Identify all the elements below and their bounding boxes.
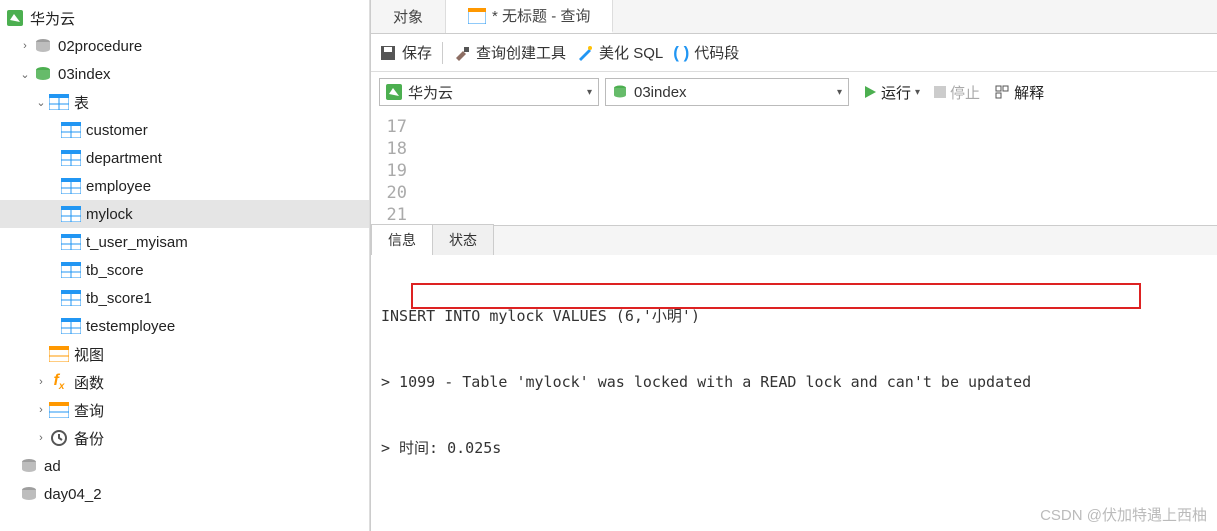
table-group-icon xyxy=(48,93,70,111)
table-node-mylock[interactable]: mylock xyxy=(0,200,369,228)
code-area[interactable]: -- 3.新增数据 INSERT INTO mylock VALUES (6,'… xyxy=(419,112,1217,225)
table-node-employee[interactable]: employee xyxy=(0,172,369,200)
db-node-day042[interactable]: day04_2 xyxy=(0,480,369,508)
table-node-testemployee[interactable]: testemployee xyxy=(0,312,369,340)
connection-icon xyxy=(386,84,402,100)
table-icon xyxy=(60,261,82,279)
output-line: > 时间: 0.025s xyxy=(381,437,1207,459)
table-icon xyxy=(60,233,82,251)
chevron-down-icon: ▾ xyxy=(587,87,592,98)
chevron-down-icon[interactable]: ⌄ xyxy=(34,96,48,109)
chevron-right-icon[interactable]: › xyxy=(34,432,48,444)
table-icon xyxy=(60,317,82,335)
save-button[interactable]: 保存 xyxy=(379,42,432,63)
chevron-down-icon[interactable]: ⌄ xyxy=(18,68,32,81)
chevron-right-icon[interactable]: › xyxy=(18,40,32,52)
selector-bar: 华为云 ▾ 03index ▾ 运行 ▾ 停止 解释 xyxy=(371,72,1217,112)
chevron-right-icon[interactable]: › xyxy=(34,376,48,388)
tables-node[interactable]: ⌄ 表 xyxy=(0,88,369,116)
tab-query[interactable]: * 无标题 - 查询 xyxy=(446,0,613,33)
database-selector[interactable]: 03index ▾ xyxy=(605,78,849,106)
table-node-customer[interactable]: customer xyxy=(0,116,369,144)
tab-bar: 对象 * 无标题 - 查询 xyxy=(371,0,1217,34)
database-icon xyxy=(18,457,40,475)
play-icon xyxy=(863,85,877,99)
views-node[interactable]: 视图 xyxy=(0,340,369,368)
table-node-department[interactable]: department xyxy=(0,144,369,172)
query-tab-icon xyxy=(468,8,486,24)
functions-node[interactable]: › fx 函数 xyxy=(0,368,369,396)
output-line-error: > 1099 - Table 'mylock' was locked with … xyxy=(381,371,1207,393)
watermark: CSDN @伏加特遇上西柚 xyxy=(1040,504,1207,525)
table-node-tusermyisam[interactable]: t_user_myisam xyxy=(0,228,369,256)
db-node-02procedure[interactable]: › 02procedure xyxy=(0,32,369,60)
main-panel: 对象 * 无标题 - 查询 保存 查询创建工具 美化 SQL ( ) xyxy=(370,0,1217,531)
run-button[interactable]: 运行 ▾ xyxy=(863,82,920,103)
output-tab-info[interactable]: 信息 xyxy=(371,224,433,255)
explain-button[interactable]: 解释 xyxy=(994,82,1044,103)
output-tabs: 信息 状态 xyxy=(371,225,1217,255)
stop-button: 停止 xyxy=(934,82,980,103)
connection-selector[interactable]: 华为云 ▾ xyxy=(379,78,599,106)
hammer-icon xyxy=(453,44,471,62)
database-icon xyxy=(18,485,40,503)
sql-editor[interactable]: 1718192021222324252627 -- 3.新增数据 INSERT … xyxy=(371,112,1217,225)
database-icon xyxy=(32,65,54,83)
table-icon xyxy=(60,177,82,195)
view-icon xyxy=(48,345,70,363)
output-panel[interactable]: INSERT INTO mylock VALUES (6,'小明') > 109… xyxy=(371,255,1217,531)
beautify-button[interactable]: 美化 SQL xyxy=(576,42,663,63)
table-icon xyxy=(60,149,82,167)
table-node-tbscore[interactable]: tb_score xyxy=(0,256,369,284)
query-icon xyxy=(48,401,70,419)
table-icon xyxy=(60,205,82,223)
sidebar: 华为云 › 02procedure ⌄ 03index ⌄ 表 custom xyxy=(0,0,370,531)
chevron-right-icon[interactable]: › xyxy=(34,404,48,416)
queries-node[interactable]: › 查询 xyxy=(0,396,369,424)
table-icon xyxy=(60,289,82,307)
stop-icon xyxy=(934,86,946,98)
table-icon xyxy=(60,121,82,139)
line-gutter: 1718192021222324252627 xyxy=(371,112,419,225)
brackets-icon: ( ) xyxy=(673,43,689,63)
explain-icon xyxy=(994,84,1010,100)
function-icon: fx xyxy=(48,373,70,391)
output-line: INSERT INTO mylock VALUES (6,'小明') xyxy=(381,305,1207,327)
snippet-button[interactable]: ( ) 代码段 xyxy=(673,42,739,63)
save-icon xyxy=(379,44,397,62)
chevron-down-icon: ▾ xyxy=(837,87,842,98)
connection-label: 华为云 xyxy=(30,8,75,29)
db-node-ad[interactable]: ad xyxy=(0,452,369,480)
toolbar: 保存 查询创建工具 美化 SQL ( ) 代码段 xyxy=(371,34,1217,72)
db-node-03index[interactable]: ⌄ 03index xyxy=(0,60,369,88)
connection-icon xyxy=(4,9,26,27)
backups-node[interactable]: › 备份 xyxy=(0,424,369,452)
database-icon xyxy=(32,37,54,55)
magic-wand-icon xyxy=(576,44,594,62)
backup-icon xyxy=(48,429,70,447)
connection-node[interactable]: 华为云 xyxy=(0,4,369,32)
tab-objects[interactable]: 对象 xyxy=(371,0,446,33)
output-tab-state[interactable]: 状态 xyxy=(432,224,494,255)
table-node-tbscore1[interactable]: tb_score1 xyxy=(0,284,369,312)
query-builder-button[interactable]: 查询创建工具 xyxy=(453,42,566,63)
database-icon xyxy=(612,84,628,100)
